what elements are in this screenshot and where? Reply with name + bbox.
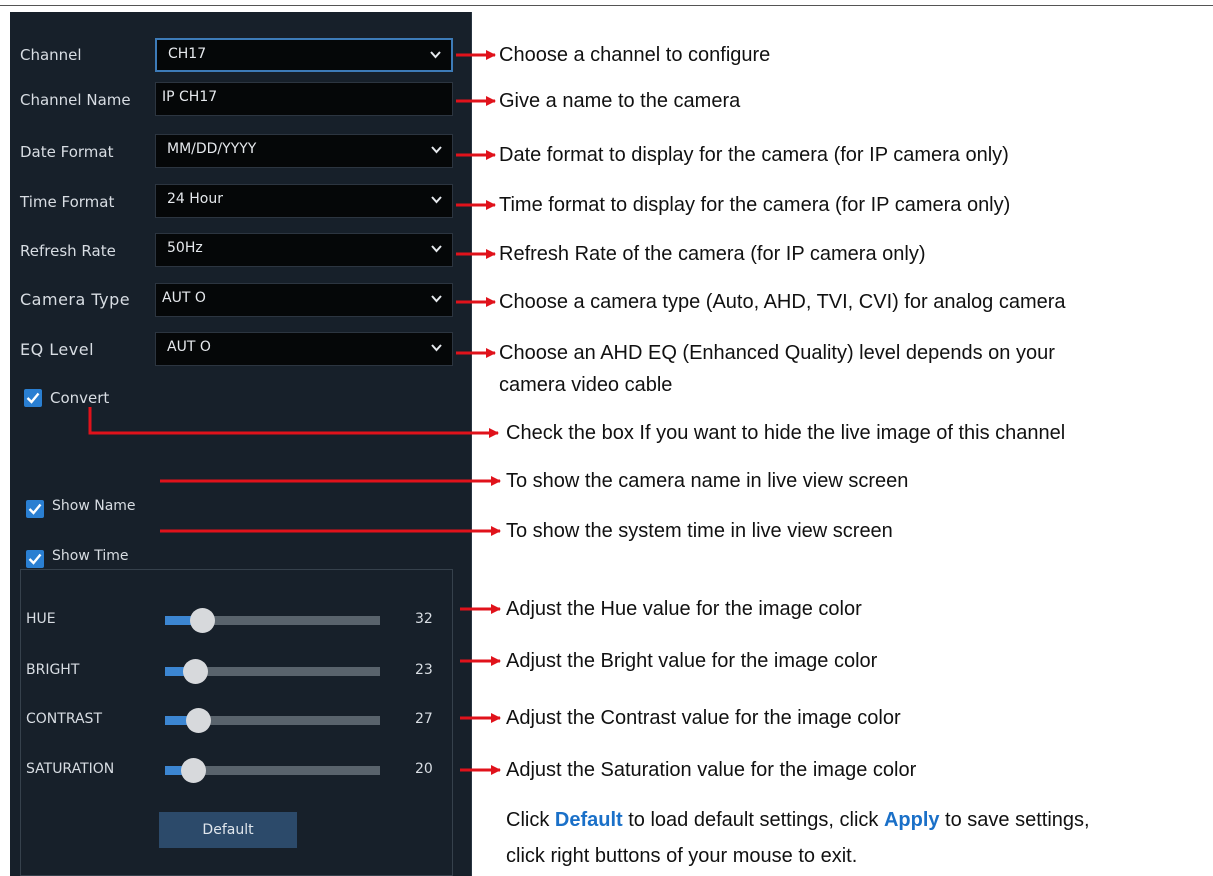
annotation-channel: Choose a channel to configure — [499, 44, 771, 66]
annotation-camera-type: Choose a camera type (Auto, AHD, TVI, CV… — [499, 291, 1066, 313]
annotation-saturation: Adjust the Saturation value for the imag… — [506, 759, 917, 781]
footer-apply-keyword: Apply — [883, 809, 940, 831]
annotation-eq-level-line2: camera video cable — [499, 374, 673, 396]
footer-note-part2: to load default settings, click — [622, 809, 884, 831]
arrow-convert — [88, 407, 499, 438]
annotation-hue: Adjust the Hue value for the image color — [506, 598, 862, 620]
annotation-contrast: Adjust the Contrast value for the image … — [506, 707, 901, 729]
annotation-show-name: To show the camera name in live view scr… — [506, 470, 909, 492]
annotation-show-time: To show the system time in live view scr… — [506, 520, 893, 542]
annotation-time-format: Time format to display for the camera (f… — [499, 194, 1011, 216]
footer-note-part1: Click — [506, 809, 555, 831]
annotation-channel-name: Give a name to the camera — [499, 90, 741, 112]
footer-note-part3: to save settings, — [939, 809, 1090, 831]
annotation-date-format: Date format to display for the camera (f… — [499, 144, 1009, 166]
annotation-convert: Check the box If you want to hide the li… — [506, 422, 1066, 444]
annotation-eq-level: Choose an AHD EQ (Enhanced Quality) leve… — [499, 342, 1055, 364]
footer-note-line2: click right buttons of your mouse to exi… — [506, 845, 858, 867]
footer-default-keyword: Default — [554, 809, 623, 831]
annotation-refresh-rate: Refresh Rate of the camera (for IP camer… — [499, 243, 926, 265]
annotation-bright: Adjust the Bright value for the image co… — [506, 650, 878, 672]
footer-note: Click Default to load default settings, … — [506, 804, 1090, 836]
